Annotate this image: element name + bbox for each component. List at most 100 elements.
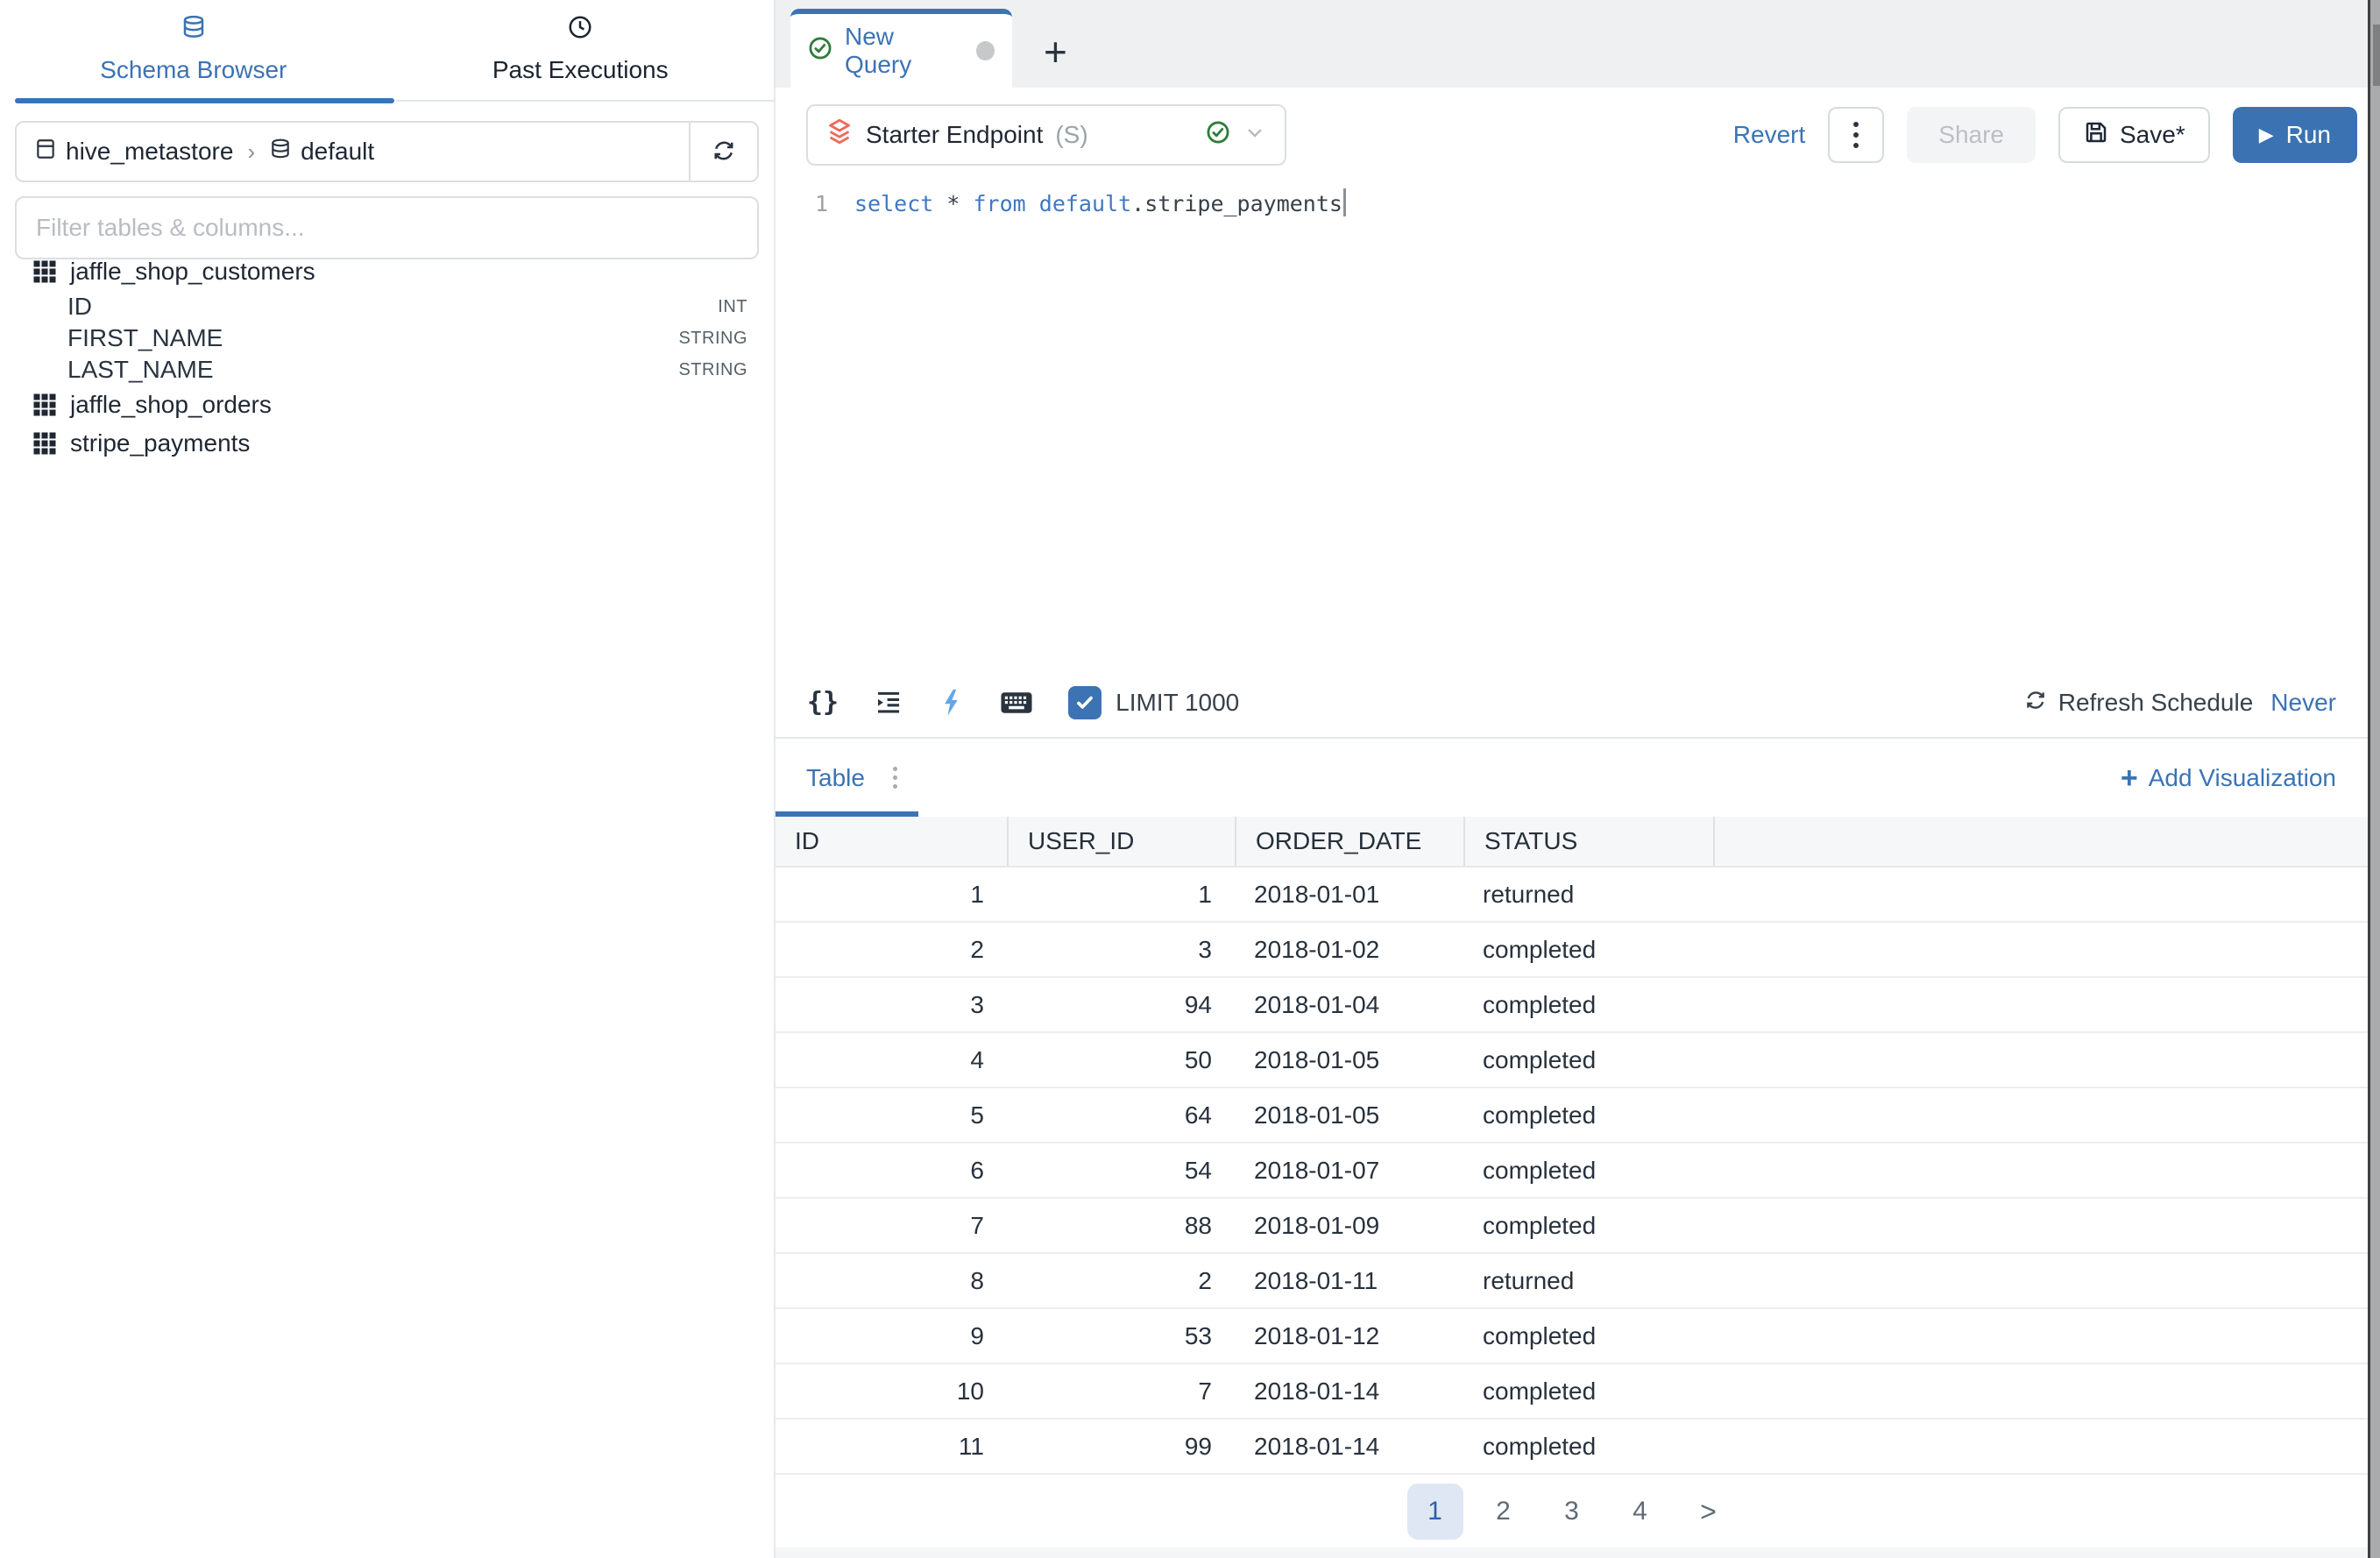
- window-scrollbar[interactable]: [2368, 0, 2380, 1558]
- page-button-3[interactable]: 3: [1544, 1484, 1600, 1540]
- filter-input[interactable]: [15, 196, 759, 259]
- sql-code-line: select * from default.stripe_payments: [854, 184, 1346, 668]
- results-table: IDUSER_IDORDER_DATESTATUS112018-01-01ret…: [776, 817, 2368, 1475]
- table-row[interactable]: 9532018-01-12completed: [776, 1309, 2368, 1364]
- table-cell: 2: [776, 936, 1007, 964]
- share-button[interactable]: Share: [1907, 107, 2036, 163]
- table-item-jaffle_shop_orders[interactable]: jaffle_shop_orders: [0, 386, 774, 424]
- table-grid-icon: [32, 258, 58, 285]
- breadcrumb-catalog[interactable]: hive_metastore: [34, 138, 233, 166]
- column-item-LAST_NAME[interactable]: LAST_NAMESTRING: [0, 354, 774, 386]
- table-row[interactable]: 5642018-01-05completed: [776, 1088, 2368, 1144]
- sql-editor[interactable]: 1 select * from default.stripe_payments: [776, 184, 2368, 668]
- run-button[interactable]: ▶ Run: [2233, 107, 2357, 163]
- breadcrumb-schema[interactable]: default: [269, 138, 374, 166]
- column-type: STRING: [678, 329, 747, 349]
- table-item-jaffle_shop_customers[interactable]: jaffle_shop_customers: [0, 252, 774, 291]
- active-tab-indicator: [15, 98, 394, 103]
- column-name: FIRST_NAME: [67, 324, 223, 352]
- code-token: [960, 191, 973, 216]
- refresh-schema-button[interactable]: [689, 123, 757, 181]
- column-item-ID[interactable]: IDINT: [0, 291, 774, 322]
- add-visualization-label: Add Visualization: [2149, 764, 2336, 792]
- table-tab-menu-icon[interactable]: [893, 767, 897, 789]
- code-token: [933, 191, 946, 216]
- save-button[interactable]: Save*: [2058, 107, 2210, 163]
- column-header-ORDER_DATE[interactable]: ORDER_DATE: [1235, 817, 1463, 866]
- table-cell: 50: [1007, 1046, 1235, 1074]
- table-row[interactable]: 3942018-01-04completed: [776, 978, 2368, 1033]
- page-button-2[interactable]: 2: [1476, 1484, 1532, 1540]
- table-row[interactable]: 822018-01-11returned: [776, 1254, 2368, 1309]
- table-cell: completed: [1463, 1101, 1713, 1130]
- refresh-schedule-value[interactable]: Never: [2270, 689, 2336, 717]
- refresh-schedule-label: Refresh Schedule: [2058, 689, 2254, 717]
- table-row[interactable]: 7882018-01-09completed: [776, 1199, 2368, 1254]
- text-caret: [1343, 188, 1346, 216]
- tab-past-executions-label: Past Executions: [492, 55, 669, 85]
- page-button-1[interactable]: 1: [1407, 1484, 1463, 1540]
- table-name: stripe_payments: [70, 429, 250, 457]
- table-row[interactable]: 232018-01-02completed: [776, 923, 2368, 978]
- endpoint-selector[interactable]: Starter Endpoint (S): [806, 104, 1286, 166]
- tab-table-results[interactable]: Table: [806, 764, 865, 792]
- tab-past-executions[interactable]: Past Executions: [387, 0, 775, 98]
- column-header-ID[interactable]: ID: [776, 817, 1007, 866]
- table-cell: 1: [776, 881, 1007, 909]
- kebab-icon: [1853, 122, 1859, 127]
- more-actions-button[interactable]: [1828, 107, 1884, 163]
- play-icon: ▶: [2259, 125, 2274, 145]
- table-cell: 4: [776, 1046, 1007, 1074]
- refresh-icon: [2023, 688, 2048, 717]
- schema-breadcrumb: hive_metastore › default: [15, 121, 759, 182]
- column-name: ID: [67, 293, 92, 321]
- endpoint-name: Starter Endpoint: [866, 121, 1043, 149]
- tab-new-query[interactable]: New Query: [790, 9, 1012, 88]
- table-grid-icon: [32, 430, 58, 457]
- table-cell: 2018-01-09: [1235, 1212, 1463, 1240]
- table-cell: 64: [1007, 1101, 1235, 1130]
- column-name: LAST_NAME: [67, 356, 214, 384]
- table-item-stripe_payments[interactable]: stripe_payments: [0, 424, 774, 463]
- keyboard-shortcuts-icon[interactable]: [1000, 688, 1033, 718]
- new-tab-button[interactable]: +: [1044, 32, 1067, 72]
- table-cell: 8: [776, 1267, 1007, 1295]
- next-page-button[interactable]: >: [1681, 1484, 1737, 1540]
- limit-checkbox[interactable]: [1068, 686, 1101, 719]
- column-item-FIRST_NAME[interactable]: FIRST_NAME STRING: [0, 322, 774, 354]
- database-icon: [181, 14, 207, 46]
- column-header-STATUS[interactable]: STATUS: [1463, 817, 1713, 866]
- table-row[interactable]: 4502018-01-05completed: [776, 1033, 2368, 1088]
- table-name: jaffle_shop_orders: [70, 391, 272, 419]
- table-grid-icon: [32, 392, 58, 418]
- column-header-USER_ID[interactable]: USER_ID: [1007, 817, 1235, 866]
- save-button-label: Save*: [2120, 121, 2185, 149]
- table-cell: 2018-01-11: [1235, 1267, 1463, 1295]
- editor-toolbar: {}: [776, 668, 2368, 739]
- table-row[interactable]: 6542018-01-07completed: [776, 1144, 2368, 1199]
- table-cell: completed: [1463, 1322, 1713, 1350]
- page-button-4[interactable]: 4: [1612, 1484, 1668, 1540]
- revert-link[interactable]: Revert: [1733, 121, 1805, 149]
- code-token: default: [1039, 191, 1131, 216]
- tabs-divider: [396, 100, 774, 102]
- query-tab-title: New Query: [845, 23, 964, 79]
- table-row[interactable]: 112018-01-01returned: [776, 868, 2368, 923]
- unsaved-indicator-icon: [976, 41, 995, 60]
- table-cell: 99: [1007, 1433, 1235, 1461]
- add-visualization-button[interactable]: + Add Visualization: [2121, 764, 2336, 792]
- table-row[interactable]: 1072018-01-14completed: [776, 1364, 2368, 1420]
- indent-icon[interactable]: [874, 688, 903, 718]
- table-cell: 2018-01-04: [1235, 991, 1463, 1019]
- lightning-icon[interactable]: [939, 688, 965, 718]
- query-tabbar: New Query +: [776, 0, 2368, 88]
- limit-label: LIMIT 1000: [1116, 689, 1239, 717]
- line-number: 1: [776, 184, 828, 668]
- format-query-icon[interactable]: {}: [807, 687, 839, 718]
- scrollbar-thumb[interactable]: [2373, 25, 2380, 86]
- limit-toggle[interactable]: LIMIT 1000: [1068, 686, 1239, 719]
- table-row[interactable]: 11992018-01-14completed: [776, 1420, 2368, 1475]
- table-cell: 2018-01-07: [1235, 1157, 1463, 1185]
- tab-schema-browser[interactable]: Schema Browser: [0, 0, 387, 98]
- table-cell: completed: [1463, 936, 1713, 964]
